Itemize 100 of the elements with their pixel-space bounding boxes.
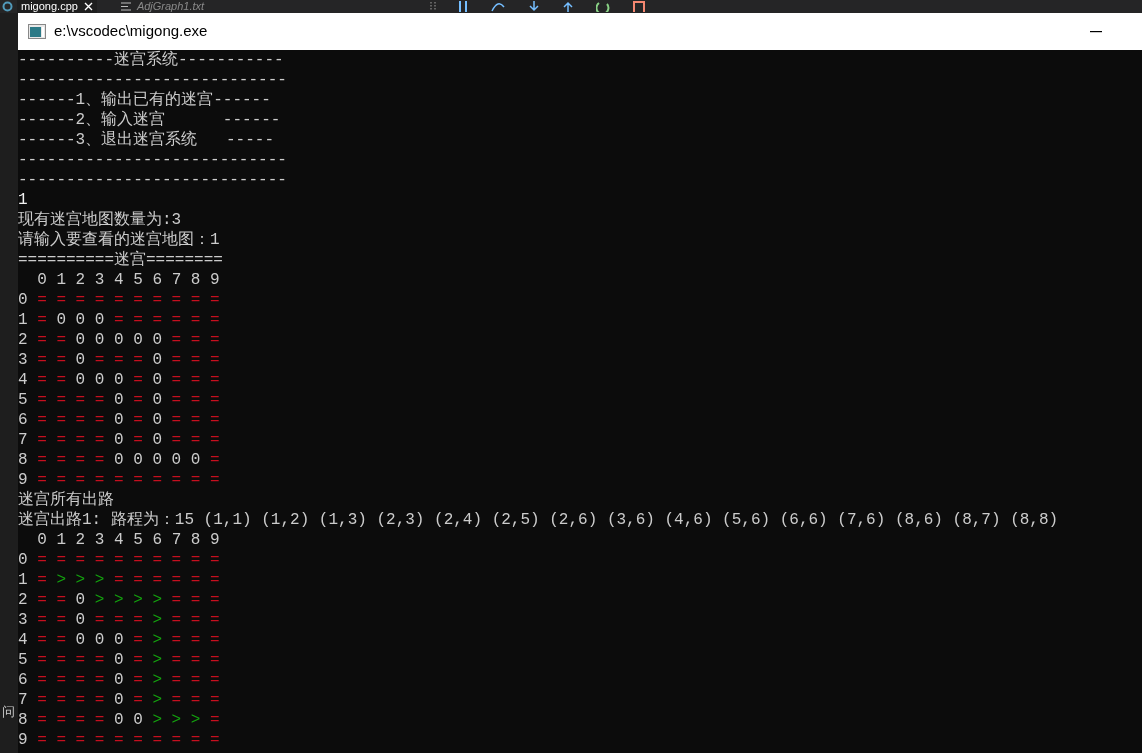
- close-icon[interactable]: [83, 2, 93, 11]
- stop-icon[interactable]: [632, 1, 647, 12]
- maze-cell: =: [133, 290, 143, 310]
- maze-cell: =: [75, 550, 86, 570]
- maze-cell: =: [210, 670, 220, 690]
- maze-cell: 0: [94, 330, 105, 350]
- row-label: 6: [18, 410, 28, 430]
- console-line: ------3、退出迷宫系统 -----: [18, 130, 275, 150]
- step-out-icon[interactable]: [562, 1, 575, 12]
- maze-cell: =: [190, 410, 201, 430]
- maze-cell: =: [190, 350, 201, 370]
- maze-cell: =: [210, 450, 220, 470]
- maze-cell: =: [94, 550, 105, 570]
- maze-cell: =: [210, 390, 220, 410]
- maze-cell: =: [190, 310, 201, 330]
- maze-cell: =: [171, 410, 182, 430]
- maze-cell: >: [94, 590, 105, 610]
- maze-cell: >: [152, 630, 162, 650]
- maze-cell: =: [114, 290, 124, 310]
- row-label: 3: [18, 610, 28, 630]
- maze-cell: 0: [75, 330, 86, 350]
- maze-cell: =: [190, 590, 201, 610]
- maze-cell: =: [210, 470, 220, 490]
- maze-cell: =: [94, 690, 105, 710]
- maze-cell: >: [114, 590, 124, 610]
- column-header: 0 1 2 3 4 5 6 7 8 9: [36, 270, 220, 290]
- maze-cell: 0: [133, 450, 143, 470]
- pause-icon[interactable]: [458, 1, 469, 12]
- console-line: ------2、输入迷宫 ------: [18, 110, 281, 130]
- maze-cell: 0: [56, 310, 66, 330]
- maze-cell: =: [56, 450, 66, 470]
- maze-cell: =: [210, 350, 220, 370]
- maze-cell: 0: [75, 630, 86, 650]
- console-line: ------1、输出已有的迷宫------: [18, 90, 271, 110]
- editor-tab[interactable]: AdjGraph1.txt: [116, 0, 209, 13]
- maze-cell: =: [152, 290, 162, 310]
- maze-cell: =: [37, 590, 47, 610]
- maze-cell: >: [56, 570, 66, 590]
- maze-cell: =: [114, 610, 124, 630]
- maze-cell: 0: [171, 450, 182, 470]
- maze-cell: =: [75, 690, 86, 710]
- maze-cell: 0: [75, 590, 86, 610]
- maze-cell: 0: [133, 710, 143, 730]
- row-label: 5: [18, 650, 28, 670]
- maze-cell: =: [37, 310, 47, 330]
- maze-cell: =: [37, 550, 47, 570]
- maze-cell: >: [94, 570, 105, 590]
- maze-cell: =: [37, 410, 47, 430]
- maze-cell: >: [152, 610, 162, 630]
- maze-cell: =: [210, 730, 220, 750]
- maze-cell: =: [133, 630, 143, 650]
- maze-cell: >: [133, 590, 143, 610]
- maze-cell: =: [75, 450, 86, 470]
- maze-cell: =: [94, 470, 105, 490]
- maze-cell: =: [190, 390, 201, 410]
- maze-cell: =: [152, 570, 162, 590]
- maze-cell: 0: [114, 370, 124, 390]
- row-label: 7: [18, 430, 28, 450]
- maze-cell: =: [37, 730, 47, 750]
- row-label: 2: [18, 330, 28, 350]
- grip-icon[interactable]: [430, 1, 437, 12]
- maze-cell: =: [37, 610, 47, 630]
- step-over-icon[interactable]: [490, 1, 507, 12]
- maze-cell: =: [75, 430, 86, 450]
- maze-cell: =: [171, 670, 182, 690]
- maze-cell: =: [37, 330, 47, 350]
- row-label: 1: [18, 570, 28, 590]
- maze-cell: =: [133, 350, 143, 370]
- maze-cell: =: [171, 390, 182, 410]
- step-into-icon[interactable]: [528, 1, 541, 12]
- maze-cell: =: [171, 550, 182, 570]
- maze-cell: =: [133, 650, 143, 670]
- row-label: 2: [18, 590, 28, 610]
- maze-cell: =: [56, 710, 66, 730]
- maze-cell: =: [37, 390, 47, 410]
- maze-cell: =: [171, 370, 182, 390]
- maze-cell: =: [56, 350, 66, 370]
- row-label: 6: [18, 670, 28, 690]
- maze-cell: 0: [114, 650, 124, 670]
- maze-cell: =: [210, 630, 220, 650]
- maze-cell: =: [190, 630, 201, 650]
- maze-cell: =: [94, 450, 105, 470]
- console-line: 迷宫所有出路: [18, 490, 114, 510]
- maze-cell: =: [171, 350, 182, 370]
- window-title: e:\vscodec\migong.exe: [54, 21, 208, 42]
- maze-cell: =: [210, 610, 220, 630]
- maze-cell: =: [190, 550, 201, 570]
- editor-tab[interactable]: migong.cpp: [17, 0, 97, 13]
- maze-cell: =: [190, 370, 201, 390]
- maze-cell: 0: [94, 310, 105, 330]
- maze-cell: =: [114, 310, 124, 330]
- minimize-icon[interactable]: [1090, 30, 1102, 33]
- console-line: ----------------------------: [18, 150, 287, 170]
- maze-cell: >: [152, 670, 162, 690]
- maze-cell: =: [75, 650, 86, 670]
- maze-cell: =: [114, 570, 124, 590]
- maze-cell: =: [133, 690, 143, 710]
- row-label: 9: [18, 730, 28, 750]
- maze-cell: 0: [152, 450, 162, 470]
- maze-cell: 0: [114, 430, 124, 450]
